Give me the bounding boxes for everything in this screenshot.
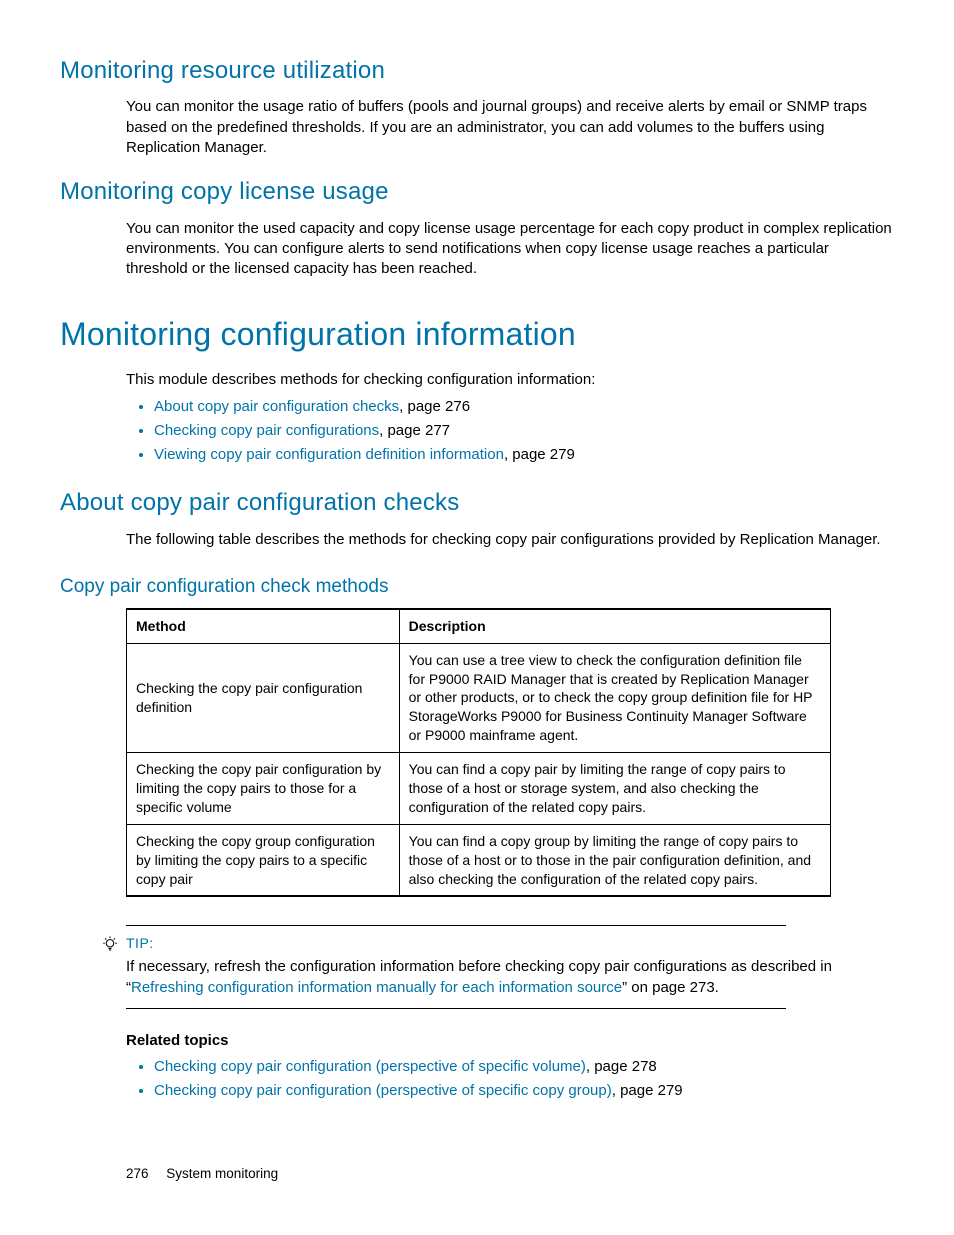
- list-item: Viewing copy pair configuration definiti…: [154, 445, 894, 465]
- table-cell-description: You can find a copy pair by limiting the…: [399, 753, 830, 825]
- cross-ref-link[interactable]: Checking copy pair configuration (perspe…: [154, 1058, 586, 1075]
- related-list: Checking copy pair configuration (perspe…: [126, 1057, 894, 1102]
- tip-link[interactable]: Refreshing configuration information man…: [131, 979, 622, 996]
- tip-icon: [101, 935, 121, 959]
- table-cell-description: You can find a copy group by limiting th…: [399, 824, 830, 896]
- list-item: Checking copy pair configuration (perspe…: [154, 1081, 894, 1101]
- table-row: Checking the copy pair configuration by …: [127, 753, 831, 825]
- tip-text-post: ” on page 273.: [622, 979, 719, 996]
- list-item: Checking copy pair configuration (perspe…: [154, 1057, 894, 1077]
- cross-ref-link[interactable]: Checking copy pair configuration (perspe…: [154, 1082, 612, 1099]
- page-number: 276: [126, 1166, 149, 1181]
- paragraph: You can monitor the used capacity and co…: [126, 219, 894, 280]
- table-cell-description: You can use a tree view to check the con…: [399, 643, 830, 752]
- page-ref: , page 279: [612, 1082, 683, 1099]
- body-block: You can monitor the used capacity and co…: [126, 219, 894, 280]
- footer-section: System monitoring: [166, 1166, 278, 1181]
- heading-about-checks: About copy pair configuration checks: [60, 487, 894, 519]
- horizontal-rule: [126, 925, 786, 926]
- link-list: About copy pair configuration checks, pa…: [126, 397, 894, 466]
- table-header-method: Method: [127, 609, 400, 643]
- paragraph: You can monitor the usage ratio of buffe…: [126, 97, 894, 158]
- table-row: Checking the copy group configuration by…: [127, 824, 831, 896]
- body-block: You can monitor the usage ratio of buffe…: [126, 97, 894, 158]
- heading-config-information: Monitoring configuration information: [60, 313, 894, 356]
- heading-resource-utilization: Monitoring resource utilization: [60, 55, 894, 87]
- tip-text: If necessary, refresh the configuration …: [126, 957, 894, 998]
- table-row: Checking the copy pair configuration def…: [127, 643, 831, 752]
- page-ref: , page 278: [586, 1058, 657, 1075]
- page-ref: , page 279: [504, 446, 575, 463]
- cross-ref-link[interactable]: About copy pair configuration checks: [154, 398, 399, 415]
- cross-ref-link[interactable]: Viewing copy pair configuration definiti…: [154, 446, 504, 463]
- tip-label: TIP:: [126, 934, 894, 953]
- table-cell-method: Checking the copy pair configuration def…: [127, 643, 400, 752]
- list-item: Checking copy pair configurations, page …: [154, 421, 894, 441]
- heading-copy-license-usage: Monitoring copy license usage: [60, 176, 894, 208]
- related-topics-heading: Related topics: [126, 1031, 894, 1051]
- table-header-description: Description: [399, 609, 830, 643]
- heading-check-methods: Copy pair configuration check methods: [60, 574, 894, 600]
- list-item: About copy pair configuration checks, pa…: [154, 397, 894, 417]
- cross-ref-link[interactable]: Checking copy pair configurations: [154, 422, 379, 439]
- table-cell-method: Checking the copy group configuration by…: [127, 824, 400, 896]
- page-ref: , page 276: [399, 398, 470, 415]
- table-cell-method: Checking the copy pair configuration by …: [127, 753, 400, 825]
- methods-table: Method Description Checking the copy pai…: [126, 608, 831, 898]
- tip-block: TIP: If necessary, refresh the configura…: [126, 925, 894, 1008]
- table-header-row: Method Description: [127, 609, 831, 643]
- page-footer: 276 System monitoring: [126, 1165, 278, 1183]
- horizontal-rule: [126, 1008, 786, 1009]
- body-block: The following table describes the method…: [126, 530, 894, 550]
- document-page: Monitoring resource utilization You can …: [0, 0, 954, 1235]
- body-block: This module describes methods for checki…: [126, 370, 894, 465]
- page-ref: , page 277: [379, 422, 450, 439]
- paragraph: This module describes methods for checki…: [126, 370, 894, 390]
- paragraph: The following table describes the method…: [126, 530, 894, 550]
